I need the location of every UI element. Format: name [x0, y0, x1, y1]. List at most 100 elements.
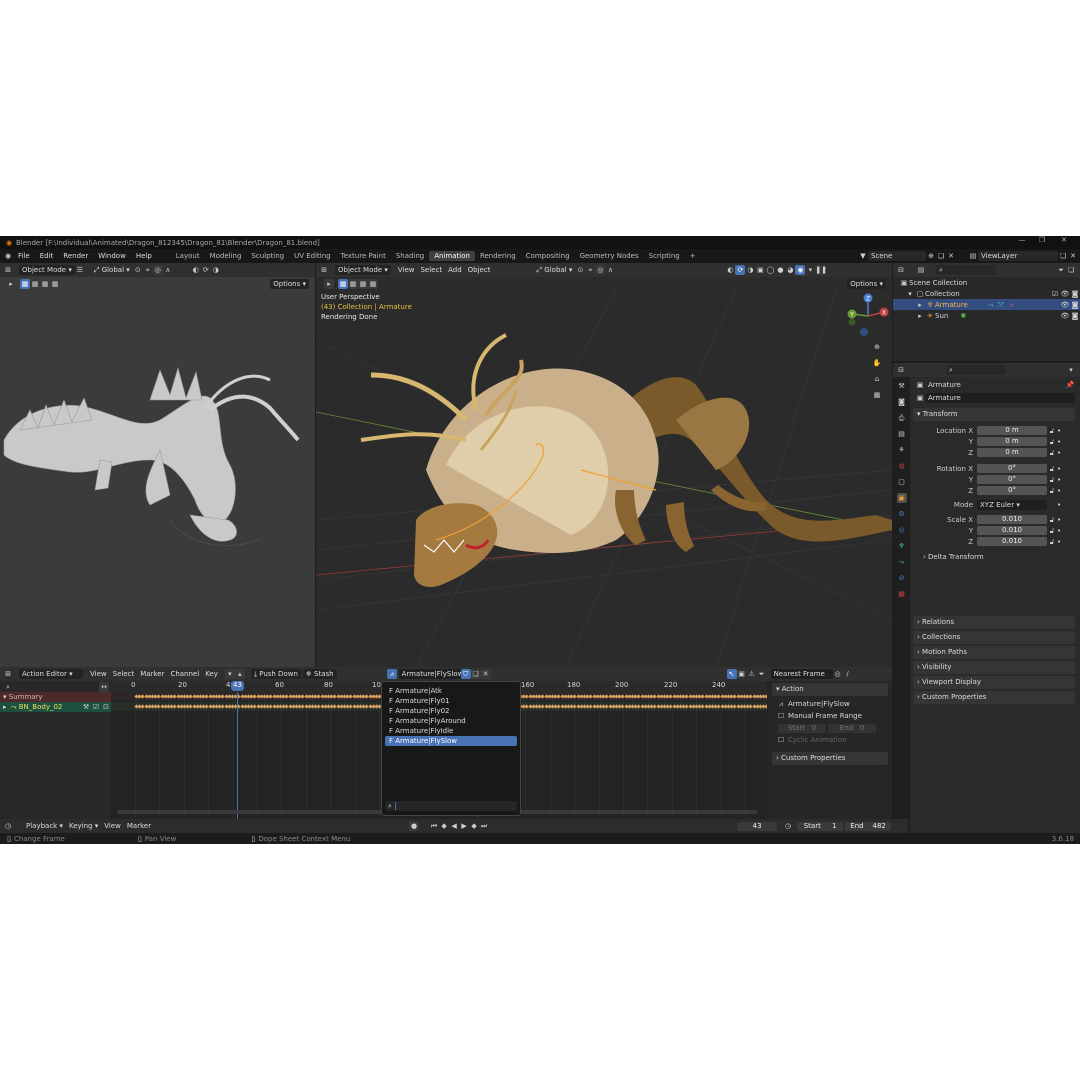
- channel-summary[interactable]: ▾ Summary: [0, 692, 111, 702]
- location-y-field[interactable]: 0 m: [977, 437, 1047, 446]
- scale-y-lock-icon[interactable]: 🔓︎: [1047, 526, 1057, 536]
- tab-sculpting[interactable]: Sculpting: [246, 251, 289, 261]
- zoom-icon[interactable]: ⊕: [872, 342, 882, 352]
- delete-scene-icon[interactable]: ✕: [946, 251, 956, 261]
- play-reverse-icon[interactable]: ◀: [449, 821, 459, 831]
- location-z-field[interactable]: 0 m: [977, 448, 1047, 457]
- expand-arrow-icon[interactable]: ▸: [915, 300, 925, 310]
- main-mode-dropdown[interactable]: Object Mode ▾: [335, 265, 391, 275]
- tab-animation[interactable]: Animation: [429, 251, 475, 261]
- scale-y-keyframe-dot[interactable]: •: [1057, 527, 1061, 535]
- render-tab-icon[interactable]: ◙: [897, 397, 907, 407]
- main-select-subtract-icon[interactable]: ▦: [358, 278, 368, 289]
- location-y-lock-icon[interactable]: 🔓︎: [1047, 437, 1057, 447]
- pan-hand-icon[interactable]: ✋: [872, 358, 882, 368]
- menu-render[interactable]: Render: [58, 252, 93, 260]
- scale-x-keyframe-dot[interactable]: •: [1057, 516, 1061, 524]
- pin-icon[interactable]: ⊕: [926, 251, 936, 261]
- main-pivot-icon[interactable]: ⊙: [575, 265, 585, 275]
- manual-range-checkbox[interactable]: ☐: [776, 711, 786, 721]
- left-options-button[interactable]: Options ▾: [270, 278, 309, 289]
- action-panel-header[interactable]: ▾ Action: [772, 683, 888, 696]
- select-invert-icon[interactable]: ▦: [50, 278, 60, 289]
- scene-tab-icon[interactable]: ⚘: [897, 445, 907, 455]
- armature-eye-icon[interactable]: 👁: [1060, 300, 1070, 310]
- sun-camera-icon[interactable]: ◙: [1070, 311, 1080, 321]
- modifier-tab-icon[interactable]: ⚙: [897, 509, 907, 519]
- keying-menu[interactable]: Keying ▾: [66, 821, 101, 831]
- collection-eye-icon[interactable]: 👁: [1060, 289, 1070, 299]
- pivot-icon[interactable]: ⊙: [133, 265, 143, 275]
- action-item[interactable]: F Armature|Fly02: [385, 706, 517, 716]
- sun-eye-icon[interactable]: 👁: [1060, 311, 1070, 321]
- duplicate-action-icon[interactable]: ❏: [470, 669, 481, 679]
- add-workspace-button[interactable]: +: [685, 251, 701, 261]
- outliner-row-collection[interactable]: ▾ ▢ Collection ☑ 👁 ◙: [893, 288, 1080, 299]
- shading-solid-icon[interactable]: ●: [775, 265, 785, 275]
- properties-search-input[interactable]: ⌕: [946, 365, 1006, 375]
- menu-add[interactable]: Add: [445, 265, 465, 275]
- navigation-gizmo[interactable]: Z Y X: [844, 292, 892, 340]
- collection-tab-icon[interactable]: ▢: [897, 477, 907, 487]
- rotation-z-field[interactable]: 0°: [977, 486, 1047, 495]
- left-orientation-dropdown[interactable]: ⤢ Global ▾: [91, 265, 133, 275]
- main-orientation-dropdown[interactable]: ⤢ Global ▾: [533, 265, 575, 275]
- action-item[interactable]: F Armature|Fly01: [385, 696, 517, 706]
- location-z-lock-icon[interactable]: 🔓︎: [1047, 448, 1057, 458]
- main-select-box-icon[interactable]: ▦: [338, 278, 348, 289]
- tab-compositing[interactable]: Compositing: [521, 251, 575, 261]
- tab-geometry-nodes[interactable]: Geometry Nodes: [575, 251, 644, 261]
- rotation-x-field[interactable]: 0°: [977, 464, 1047, 473]
- armature-camera-icon[interactable]: ◙: [1070, 300, 1080, 310]
- constraint-tab-icon[interactable]: ♆: [897, 541, 907, 551]
- pause-render-icon[interactable]: ❚❚: [815, 265, 827, 275]
- menu-file[interactable]: File: [13, 252, 35, 260]
- shading-rendered-icon[interactable]: ◉: [795, 265, 806, 275]
- transform-panel-header[interactable]: ▾ Transform: [913, 408, 1075, 421]
- proportional-edit-ae-icon[interactable]: ◎: [833, 669, 843, 679]
- properties-editor-icon[interactable]: ⊟: [896, 365, 906, 375]
- rotation-mode-dropdown[interactable]: XYZ Euler ▾: [977, 500, 1047, 510]
- rotation-x-lock-icon[interactable]: 🔓︎: [1047, 464, 1057, 474]
- overlay-icon[interactable]: ◑: [211, 265, 221, 275]
- output-tab-icon[interactable]: ⎙: [897, 413, 907, 423]
- scene-icon[interactable]: ▼: [858, 251, 868, 261]
- select-extend-icon[interactable]: ▦: [30, 278, 40, 289]
- editor-type-icon[interactable]: ⊞: [3, 265, 13, 275]
- fake-user-icon[interactable]: ⛉: [460, 669, 471, 679]
- action-item[interactable]: F Armature|FlyIdle: [385, 726, 517, 736]
- main-select-extend-icon[interactable]: ▦: [348, 278, 358, 289]
- timeline-editor-icon[interactable]: ◷: [3, 821, 13, 831]
- menu-window[interactable]: Window: [93, 252, 131, 260]
- bone-tab-icon[interactable]: ⊘: [897, 573, 907, 583]
- scene-name-field[interactable]: Scene: [868, 251, 926, 261]
- motion-paths-panel-header[interactable]: › Motion Paths: [913, 646, 1075, 659]
- channel-swap-icon[interactable]: ↔: [99, 681, 109, 692]
- outliner-search-input[interactable]: ⌕: [936, 265, 996, 275]
- gizmo-icon[interactable]: ⟳: [201, 265, 211, 275]
- tab-scripting[interactable]: Scripting: [644, 251, 685, 261]
- tab-shading[interactable]: Shading: [391, 251, 429, 261]
- main-select-invert-icon[interactable]: ▦: [368, 278, 378, 289]
- ae-menu-select[interactable]: Select: [110, 669, 138, 679]
- maximize-button[interactable]: ❐: [1032, 236, 1052, 244]
- channel-check-icon[interactable]: ☑: [91, 702, 101, 712]
- main-options-button[interactable]: Options ▾: [847, 278, 886, 289]
- action-down-arrow-icon[interactable]: ▾: [224, 669, 235, 679]
- custom-properties-panel-header[interactable]: › Custom Properties: [913, 691, 1075, 704]
- falloff-ae-icon[interactable]: ∕: [843, 669, 853, 679]
- falloff-icon[interactable]: ∧: [163, 265, 173, 275]
- tab-modeling[interactable]: Modeling: [205, 251, 247, 261]
- hidden-icon[interactable]: ▣: [737, 669, 747, 679]
- main-play-icon[interactable]: ▸: [324, 278, 334, 289]
- record-icon[interactable]: ●: [409, 821, 420, 831]
- new-view-layer-icon[interactable]: ❏: [1058, 251, 1068, 261]
- data-block-icon[interactable]: ▣: [915, 393, 925, 403]
- action-editor-mode-dropdown[interactable]: Action Editor ▾: [19, 669, 83, 679]
- keyframe-diamond[interactable]: [764, 694, 767, 699]
- tab-layout[interactable]: Layout: [171, 251, 205, 261]
- expand-arrow-sun-icon[interactable]: ▸: [915, 311, 925, 321]
- location-x-keyframe-dot[interactable]: •: [1057, 427, 1061, 435]
- properties-options-icon[interactable]: ▾: [1066, 365, 1076, 375]
- menu-help[interactable]: Help: [131, 252, 157, 260]
